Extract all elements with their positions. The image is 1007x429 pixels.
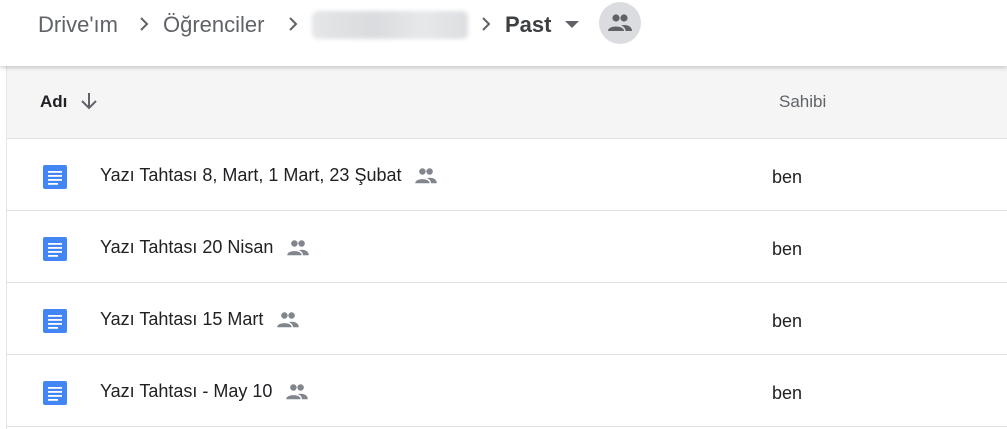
file-name[interactable]: Yazı Tahtası 20 Nisan	[100, 237, 311, 258]
column-owner-header: Sahibi	[779, 92, 827, 111]
file-name[interactable]: Yazı Tahtası 15 Mart	[100, 309, 301, 330]
file-owner: ben	[772, 167, 803, 187]
breadcrumb-item-redacted[interactable]	[312, 11, 468, 39]
arrow-down-icon[interactable]	[79, 90, 99, 112]
column-name-header[interactable]: Adı	[40, 92, 67, 112]
file-row[interactable]: Yazı Tahtası 8, Mart, 1 Mart, 23 Şubat b…	[7, 139, 1007, 211]
breadcrumb-bar: Drive'ım Öğrenciler Past	[0, 0, 1007, 66]
shared-folder-button[interactable]	[599, 2, 641, 44]
file-owner: ben	[772, 239, 803, 259]
google-docs-icon	[43, 165, 67, 189]
chevron-right-icon	[482, 17, 491, 31]
breadcrumb-item-students[interactable]: Öğrenciler	[163, 12, 264, 38]
file-owner: ben	[772, 311, 803, 331]
column-header: Adı Sahibi	[7, 66, 1007, 139]
breadcrumb-current-folder[interactable]: Past	[505, 12, 551, 38]
google-docs-icon	[43, 381, 67, 405]
people-icon	[275, 311, 301, 329]
people-icon	[413, 167, 439, 185]
people-icon	[284, 383, 310, 401]
file-row[interactable]: Yazı Tahtası - May 10 ben	[7, 355, 1007, 427]
file-owner: ben	[772, 383, 803, 403]
people-icon	[285, 239, 311, 257]
file-row[interactable]: Yazı Tahtası 20 Nisan ben	[7, 211, 1007, 283]
chevron-right-icon	[140, 17, 149, 31]
breadcrumb-item-my-drive[interactable]: Drive'ım	[38, 12, 118, 38]
chevron-right-icon	[289, 17, 298, 31]
file-row[interactable]: Yazı Tahtası 15 Mart ben	[7, 283, 1007, 355]
google-docs-icon	[43, 237, 67, 261]
file-name[interactable]: Yazı Tahtası - May 10	[100, 381, 310, 402]
chevron-down-icon[interactable]	[565, 21, 579, 28]
file-name[interactable]: Yazı Tahtası 8, Mart, 1 Mart, 23 Şubat	[100, 165, 439, 186]
people-icon	[608, 14, 632, 31]
google-docs-icon	[43, 309, 67, 333]
